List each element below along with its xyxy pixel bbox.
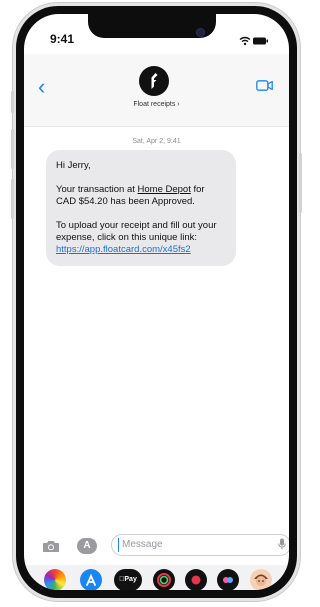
phone-screen: 9:41 ‹ Float receipts › Sat, Apr 2, 9:41…	[24, 14, 289, 590]
fitness-app-icon[interactable]	[153, 569, 175, 590]
text-cursor	[118, 538, 119, 552]
receipt-upload-link[interactable]: https://app.floatcard.com/x45fs2	[56, 244, 191, 255]
message-text: Your transaction at	[56, 184, 138, 195]
float-logo-icon	[151, 73, 158, 89]
phone-bezel: 9:41 ‹ Float receipts › Sat, Apr 2, 9:41…	[16, 6, 297, 598]
message-transaction: Your transaction at Home Depot for CAD $…	[56, 184, 226, 208]
message-date: Sat, Apr 2, 9:41	[132, 138, 181, 145]
record-app-icon[interactable]	[185, 569, 207, 590]
power-button	[299, 153, 302, 213]
video-call-icon[interactable]	[256, 78, 273, 96]
silent-switch	[11, 91, 14, 113]
received-message-bubble: Hi Jerry, Your transaction at Home Depot…	[46, 150, 236, 266]
message-instructions: To upload your receipt and fill out your…	[56, 220, 226, 256]
message-composer: A Message	[24, 534, 289, 560]
memoji-icon[interactable]	[250, 569, 272, 590]
volume-down-button	[11, 179, 14, 219]
volume-up-button	[11, 129, 14, 169]
app-store-icon[interactable]: A	[77, 538, 97, 554]
contact-name[interactable]: Float receipts ›	[24, 101, 289, 108]
photos-app-icon[interactable]	[44, 569, 66, 590]
app-drawer: Pay	[24, 565, 289, 590]
message-greeting: Hi Jerry,	[56, 160, 91, 171]
camera-icon[interactable]	[42, 540, 60, 558]
heart-sticker-icon[interactable]	[282, 569, 289, 590]
message-text: To upload your receipt and fill out your…	[56, 220, 217, 243]
status-icons	[239, 33, 269, 51]
front-camera	[196, 28, 205, 37]
contact-avatar[interactable]	[139, 66, 169, 96]
app-store-app-icon[interactable]	[80, 569, 102, 590]
message-input[interactable]: Message	[111, 534, 289, 556]
status-time: 9:41	[50, 32, 75, 46]
phone-frame: 9:41 ‹ Float receipts › Sat, Apr 2, 9:41…	[11, 2, 302, 602]
back-chevron-icon[interactable]: ‹	[38, 76, 45, 98]
merchant-name: Home Depot	[137, 184, 191, 195]
digital-touch-icon[interactable]	[217, 569, 239, 590]
microphone-icon[interactable]	[278, 538, 286, 553]
wifi-battery-icon	[239, 36, 268, 46]
conversation-header: ‹ Float receipts ›	[24, 54, 289, 127]
apple-pay-icon[interactable]: Pay	[114, 569, 142, 590]
